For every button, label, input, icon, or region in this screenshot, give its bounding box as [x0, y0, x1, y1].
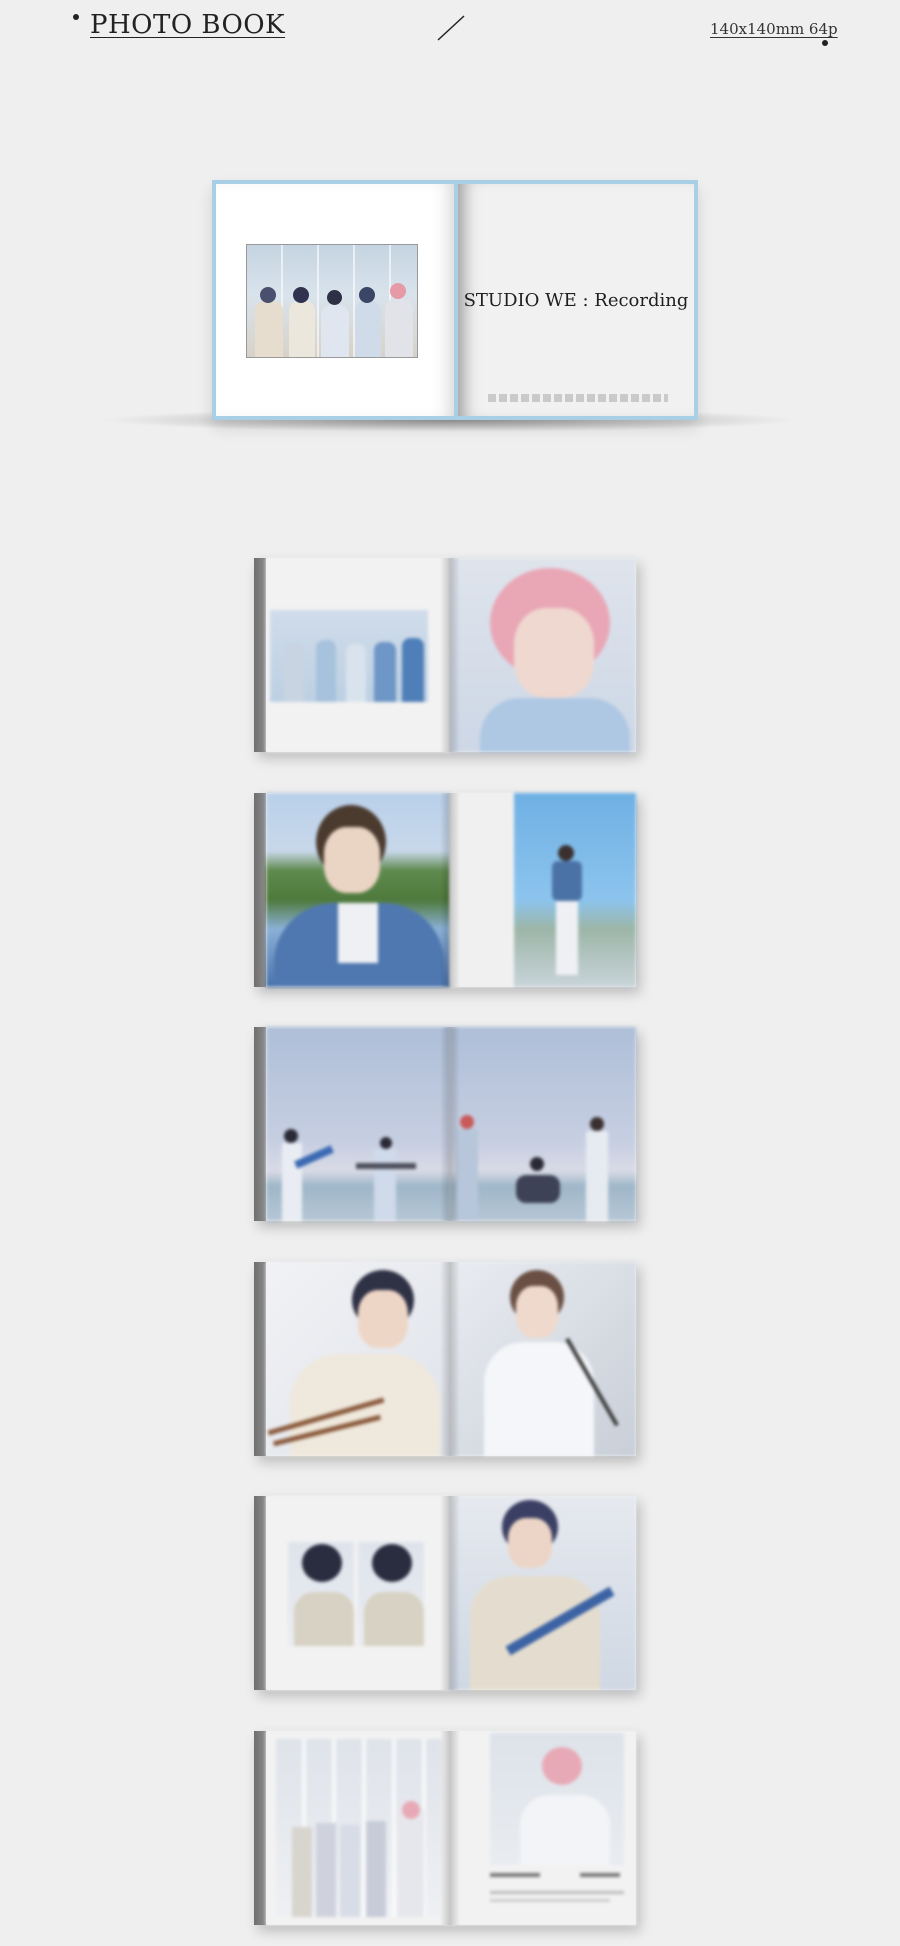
- photobook-spread: [254, 1262, 636, 1456]
- book-spine: [254, 793, 266, 987]
- cover-title-page: STUDIO WE : Recording: [458, 184, 694, 416]
- page-left: [266, 793, 450, 987]
- book-spine: [254, 1262, 266, 1456]
- page-right: [450, 1731, 636, 1925]
- book-spine: [254, 558, 266, 752]
- page-right: [450, 558, 636, 752]
- page-right: [450, 1262, 636, 1456]
- page-fold: [440, 793, 460, 987]
- page-fold: [440, 1731, 460, 1925]
- album-title: STUDIO WE : Recording: [463, 290, 689, 311]
- page-fold: [440, 1027, 460, 1221]
- page-left: [266, 558, 450, 752]
- page-right: [450, 1027, 636, 1221]
- page-fold: [440, 1496, 460, 1690]
- page-right: [450, 1496, 636, 1690]
- book-spine: [254, 1731, 266, 1925]
- cover-inner-left: [216, 184, 454, 416]
- photobook-spread: [254, 793, 636, 987]
- book-spine: [254, 1027, 266, 1221]
- bullet-dot-icon: [73, 14, 79, 20]
- slash-divider-icon: [437, 15, 465, 41]
- page-left: [266, 1262, 450, 1456]
- page-right: [450, 793, 636, 987]
- page-title: PHOTO BOOK: [90, 10, 286, 40]
- photobook-cover: STUDIO WE : Recording: [212, 180, 698, 420]
- page-fold: [440, 1262, 460, 1456]
- page-left: [266, 1496, 450, 1690]
- photobook-spread: [254, 1027, 636, 1221]
- page-fold: [440, 558, 460, 752]
- photobook-spread: [254, 1496, 636, 1690]
- photobook-spread: [254, 558, 636, 752]
- cover-credits: [488, 394, 668, 402]
- group-photo: [246, 244, 418, 358]
- bullet-dot-icon: [822, 40, 828, 46]
- photobook-spread: [254, 1731, 636, 1925]
- book-spine: [254, 1496, 266, 1690]
- page-left: [266, 1027, 450, 1221]
- header: PHOTO BOOK 140x140mm 64p: [0, 0, 900, 60]
- page-left: [266, 1731, 450, 1925]
- book-spec: 140x140mm 64p: [710, 20, 838, 38]
